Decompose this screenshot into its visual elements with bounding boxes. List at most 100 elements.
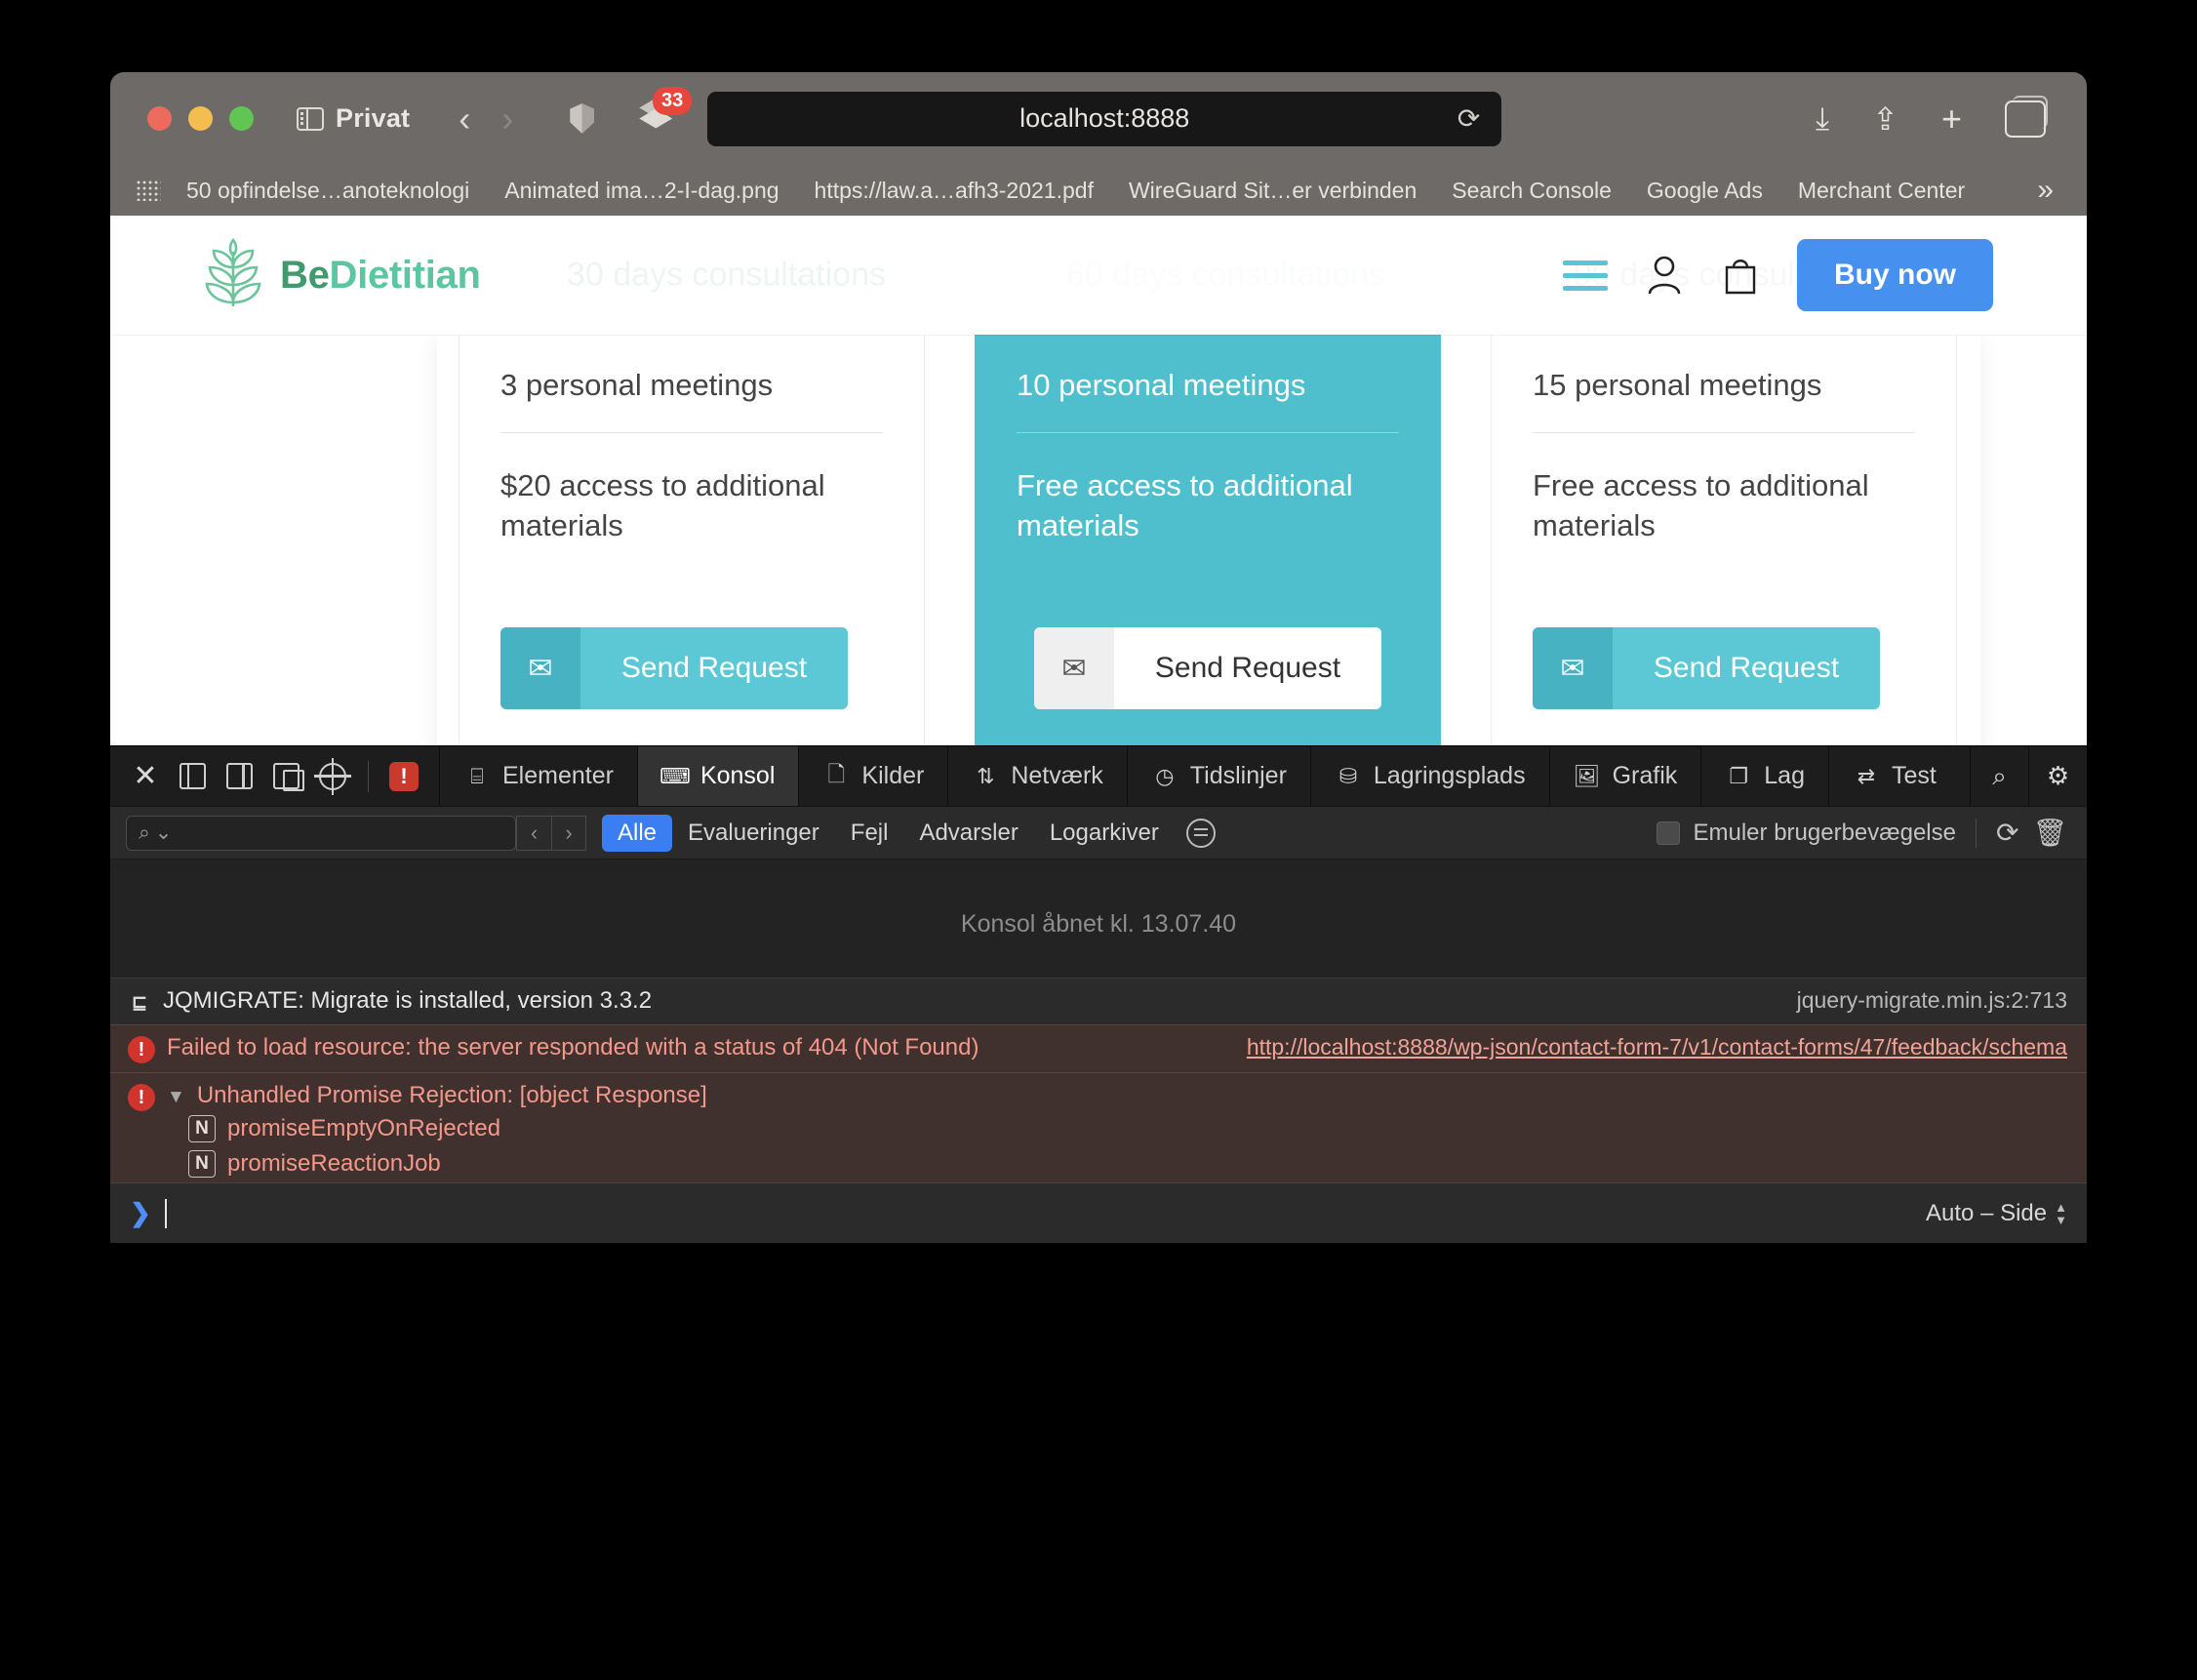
audit-swap-icon: ⇄ [1857,763,1876,788]
filter-options-icon[interactable] [1185,818,1216,848]
pricing-card-premium: 15 personal meetings Free access to addi… [1491,335,1957,753]
send-request-button[interactable]: ✉ Send Request [1034,627,1381,709]
tab-label: Kilder [861,762,925,789]
reload-icon[interactable]: ⟳ [1458,102,1480,135]
shopping-bag-icon[interactable] [1721,254,1760,297]
bookmark-item[interactable]: 50 opfindelse…anoteknologi [169,178,487,204]
account-user-icon[interactable] [1645,254,1684,297]
tab-test[interactable]: ⇄ Test [1827,746,1960,806]
send-request-label: Send Request [1114,627,1381,709]
filter-advarsler[interactable]: Advarsler [903,815,1033,852]
tab-elementer[interactable]: ⌸ Elementer [439,746,637,806]
gear-icon[interactable]: ⚙ [2028,745,2087,807]
console-rejection-row[interactable]: ! ▼ Unhandled Promise Rejection: [object… [110,1072,2087,1182]
send-request-button[interactable]: ✉ Send Request [1533,627,1880,709]
bookmark-item[interactable]: Search Console [1434,178,1629,204]
tab-netvaerk[interactable]: ⇅ Netværk [947,746,1126,806]
card-materials: $20 access to additional materials [500,432,883,627]
new-tab-icon[interactable]: + [1941,99,1962,140]
search-icon[interactable]: ⌕ [1970,745,2028,807]
tab-grafik[interactable]: 🖼 Grafik [1548,746,1701,806]
bookmark-item[interactable]: WireGuard Sit…er verbinden [1111,178,1434,204]
filter-fejl[interactable]: Fejl [835,815,904,852]
log-source-icon: ⊑ [132,992,147,1014]
maximize-window-button[interactable] [229,106,254,131]
close-devtools-icon[interactable]: ✕ [122,746,169,807]
back-button-icon[interactable]: ‹ [443,100,486,137]
dock-right-icon[interactable] [216,746,262,807]
tab-lag[interactable]: ❐ Lag [1700,746,1828,806]
tab-label: Netværk [1011,762,1103,789]
filter-alle[interactable]: Alle [602,814,673,852]
stack-frame-row[interactable]: N promiseEmptyOnRejected [128,1111,2067,1146]
error-source-link[interactable]: http://localhost:8888/wp-json/contact-fo… [1223,1034,2067,1060]
emulate-checkbox[interactable] [1656,820,1680,845]
private-window-indicator[interactable]: Privat [297,103,410,134]
stack-frame-label: promiseReactionJob [227,1150,441,1177]
error-icon: ! [128,1084,155,1111]
tab-overview-icon[interactable] [2005,95,2048,138]
emulate-user-gesture-control[interactable]: Emuler brugerbevægelse ⟳ 🗑 [1656,817,2072,849]
log-source-link[interactable]: jquery-migrate.min.js:2:713 [1774,987,2067,1014]
search-icon: ⌕ [139,820,150,844]
apps-grid-icon[interactable] [136,180,161,201]
tab-label: Tidslinjer [1189,762,1287,789]
tab-tidslinjer[interactable]: ◷ Tidslinjer [1126,746,1310,806]
address-bar[interactable]: localhost:8888 ⟳ [707,91,1502,146]
inspect-element-icon[interactable] [309,746,356,807]
sidebar-toggle-icon[interactable] [297,106,324,131]
bookmark-item[interactable]: https://law.a…afh3-2021.pdf [797,178,1111,204]
window-traffic-lights[interactable] [147,106,254,131]
tab-konsol[interactable]: ⌨ Konsol [636,746,799,806]
filter-logarkiver[interactable]: Logarkiver [1034,815,1175,852]
filter-evalueringer[interactable]: Evalueringer [672,815,835,852]
console-context-selector[interactable]: Auto – Side ▲ ▼ [1926,1200,2067,1227]
preserve-log-refresh-icon[interactable]: ⟳ [1996,817,2018,849]
search-prev-icon[interactable]: ‹ [516,815,551,851]
console-output[interactable]: Konsol åbnet kl. 13.07.40 ⊑ JQMIGRATE: M… [110,860,2087,1182]
send-request-button[interactable]: ✉ Send Request [500,627,848,709]
devtools-left-controls: ✕ ! [110,746,439,806]
stack-frame-row[interactable]: N promiseReactionJob [128,1146,2067,1181]
search-nav-arrows[interactable]: ‹ › [516,815,586,851]
forward-button-icon[interactable]: › [486,100,529,137]
tab-lagringsplads[interactable]: ⛁ Lagringsplads [1309,746,1549,806]
error-count-icon[interactable]: ! [380,746,427,807]
site-logo[interactable]: BeDietitian [204,238,481,312]
navigation-buttons[interactable]: ‹ › [443,100,529,137]
bookmark-item[interactable]: Merchant Center [1780,178,1982,204]
expand-triangle-icon[interactable]: ▼ [167,1087,185,1108]
search-dropdown-chevron-icon[interactable]: ⌄ [155,820,173,845]
minimize-window-button[interactable] [188,106,213,131]
downloads-icon[interactable]: ⤓ [1816,100,1829,138]
buy-now-button[interactable]: Buy now [1797,239,1993,311]
tab-label: Konsol [699,762,776,789]
search-next-icon[interactable]: › [551,815,586,851]
close-window-button[interactable] [147,106,172,131]
menu-hamburger-icon[interactable] [1563,260,1608,291]
bookmarks-overflow-icon[interactable]: » [2037,174,2061,207]
network-arrows-icon: ⇅ [977,763,995,788]
tracker-blocker-button[interactable]: 33 [633,86,693,140]
tab-kilder[interactable]: 🗋 Kilder [798,746,947,806]
card-materials: Free access to additional materials [1017,432,1399,627]
rejection-header[interactable]: ! ▼ Unhandled Promise Rejection: [object… [128,1082,2067,1111]
dock-separate-window-icon[interactable] [262,746,309,807]
console-error-row[interactable]: ! Failed to load resource: the server re… [110,1024,2087,1072]
bookmark-item[interactable]: Animated ima…2-I-dag.png [487,178,796,204]
error-message: Failed to load resource: the server resp… [167,1034,979,1060]
bookmark-item[interactable]: Google Ads [1629,178,1780,204]
envelope-icon: ✉ [500,627,580,709]
privacy-shield-icon[interactable] [570,103,595,134]
site-header: BeDietitian 30 days consultations 60 day… [110,216,2087,335]
emulate-label: Emuler brugerbevægelse [1693,819,1956,846]
share-icon[interactable]: ⇪ [1872,100,1898,138]
console-log-row[interactable]: ⊑ JQMIGRATE: Migrate is installed, versi… [110,978,2087,1024]
console-search-input[interactable]: ⌕ ⌄ [126,815,516,851]
clear-console-trash-icon[interactable]: 🗑 [2032,817,2067,849]
console-input-row[interactable]: ❯ Auto – Side ▲ ▼ [110,1182,2087,1243]
header-actions: Buy now [1563,239,2087,311]
stack-frame-label: promiseEmptyOnRejected [227,1115,501,1141]
dock-left-icon[interactable] [169,746,216,807]
brand-name-part1: Be [280,253,330,297]
